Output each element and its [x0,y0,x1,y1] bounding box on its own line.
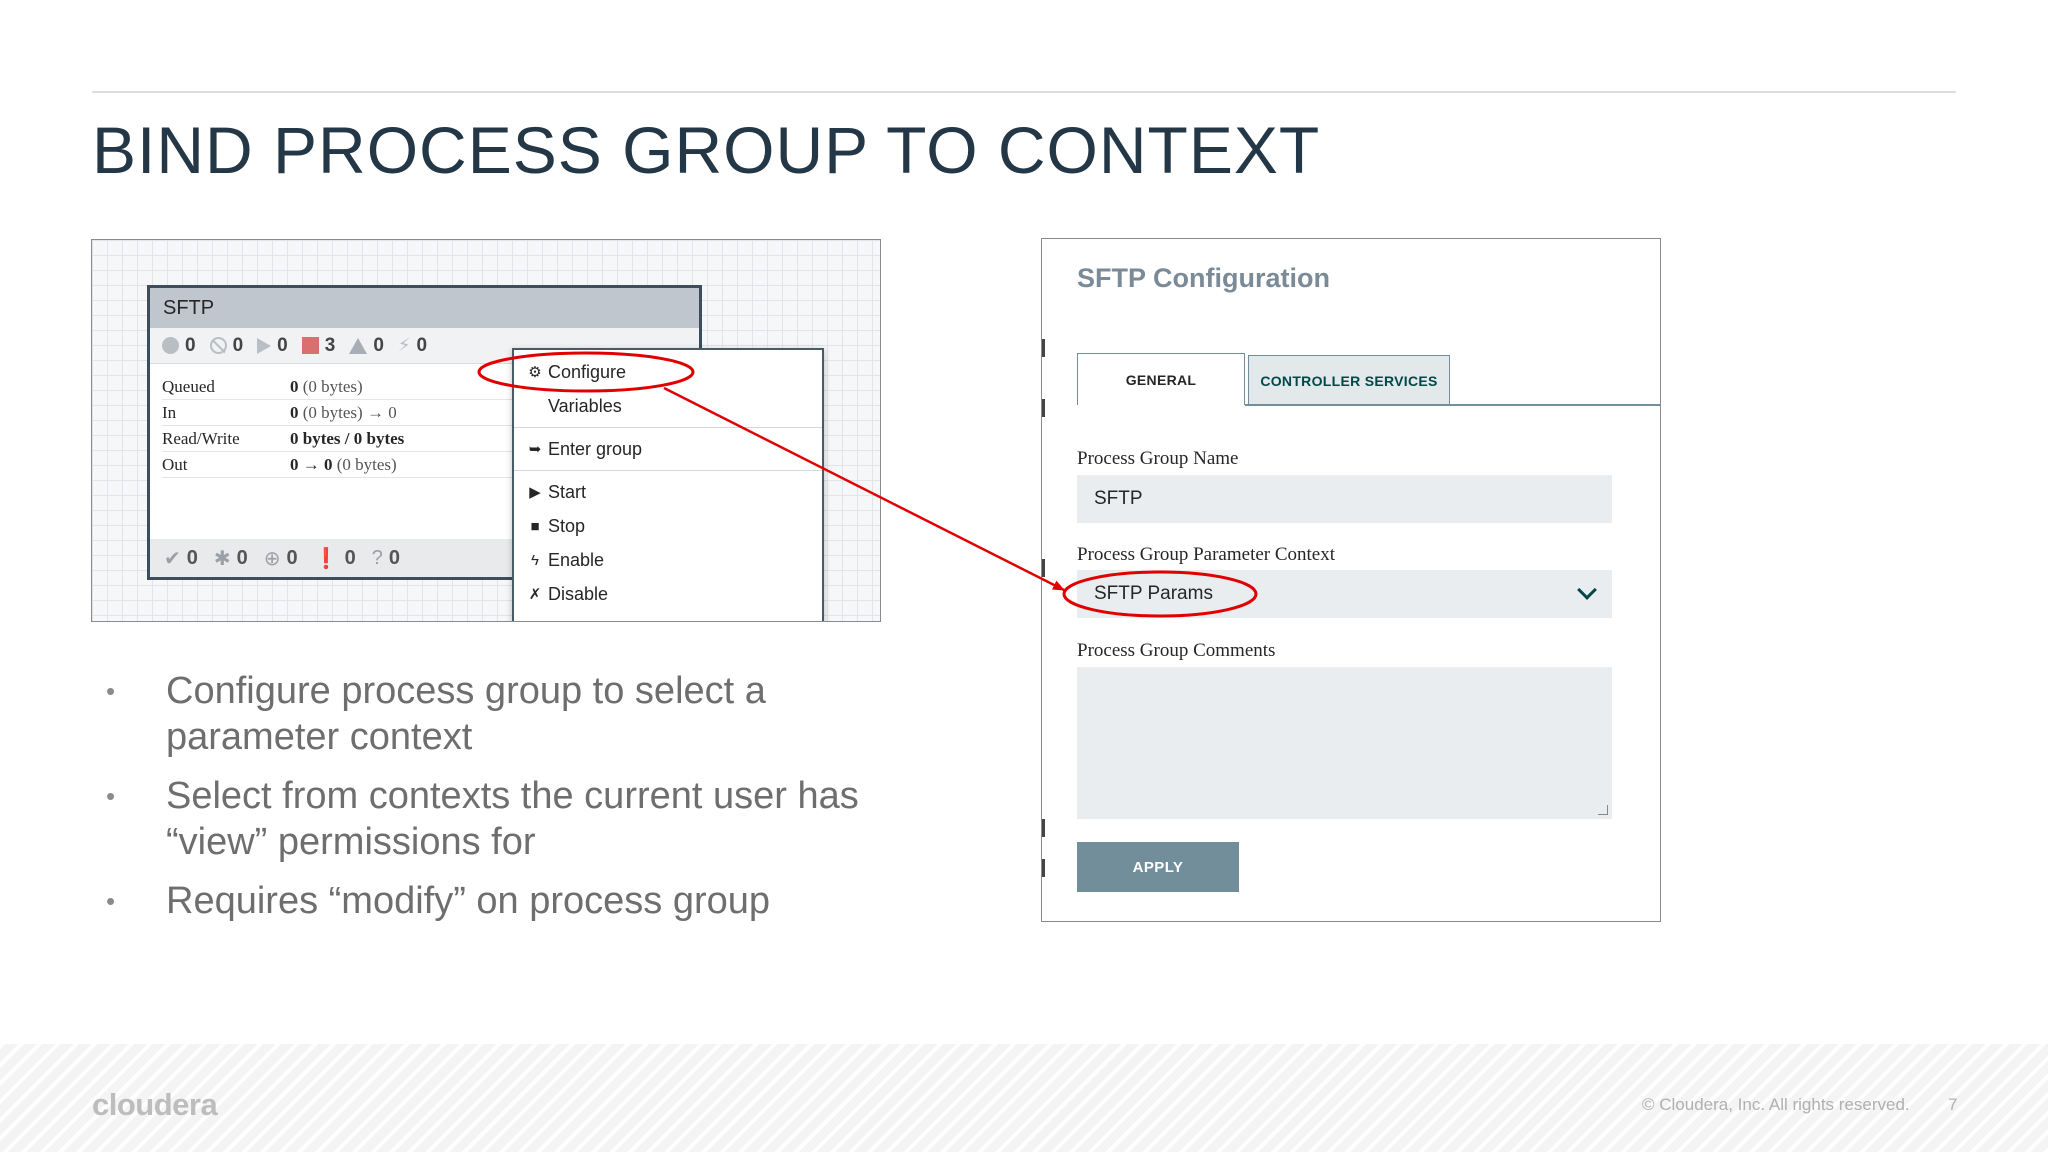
stat-stale: ⊕ 0 [263,546,298,570]
parameter-context-value: SFTP Params [1094,583,1213,604]
enable-icon: ϟ [531,551,539,569]
resize-handle-icon[interactable] [1598,805,1608,815]
transmitting-icon [162,337,179,354]
stat-stopped: 3 [301,335,335,357]
context-menu: ⚙ Configure Variables ➥ Enter group ▶ Start… [512,348,824,621]
cloudera-logo: cloudera [92,1087,218,1122]
bullet-item: Select from contexts the current user ha… [104,773,864,865]
tab-controller-services[interactable]: CONTROLLER SERVICES [1248,355,1450,405]
running-icon [257,337,272,354]
menu-item-disable[interactable]: ✗ Disable [514,577,822,611]
stat-not-transmitting: 0 [209,335,243,357]
stop-icon: ■ [530,517,540,535]
metric-row-queued: Queued 0 (0 bytes) [162,374,522,400]
process-group-name: SFTP [150,288,699,328]
apply-button[interactable]: APPLY [1077,842,1239,892]
comments-label: Process Group Comments [1077,640,1276,661]
menu-item-variables[interactable]: Variables [514,389,822,423]
menu-item-stop[interactable]: ■ Stop [514,509,822,543]
bullet-item: Requires “modify” on process group [104,878,864,924]
parameter-context-select[interactable]: SFTP Params [1077,570,1612,618]
bullet-item: Configure process group to select a para… [104,668,864,760]
process-group-name-input[interactable]: SFTP [1077,475,1612,523]
stat-running: 0 [257,335,288,357]
play-icon: ▶ [529,484,541,501]
stat-invalid: 0 [349,335,384,357]
menu-divider [514,470,822,471]
invalid-icon [349,337,368,354]
top-divider [92,91,1956,93]
menu-item-configure[interactable]: ⚙ Configure [514,355,822,389]
stopped-icon [301,337,319,354]
tab-general[interactable]: GENERAL [1077,353,1245,405]
copyright-notice: © Cloudera, Inc. All rights reserved. [1642,1095,1910,1114]
up-to-date-icon: ✔ [164,547,181,570]
sync-failure-icon: ❗ [313,547,339,570]
stat-unknown: ? 0 [371,546,400,569]
metric-row-out: Out 0 → 0 (0 bytes) [162,452,522,478]
dialog-tabs: GENERAL CONTROLLER SERVICES [1077,353,1450,405]
menu-item-enable[interactable]: ϟ Enable [514,543,822,577]
not-transmitting-icon [209,337,227,354]
canvas-screenshot: SFTP 0 0 0 3 0 ⚡ 0 Queued 0 (0 bytes) In … [91,239,881,622]
menu-item-start[interactable]: ▶ Start [514,475,822,509]
comments-textarea[interactable] [1077,667,1612,819]
menu-divider [514,427,822,428]
parameter-context-label: Process Group Parameter Context [1077,544,1336,565]
stat-up-to-date: ✔ 0 [164,546,198,570]
gear-icon: ⚙ [528,364,542,381]
dialog-edge-marks [1042,339,1045,899]
dialog-title: SFTP Configuration [1077,263,1330,293]
slide-title: BIND PROCESS GROUP TO CONTEXT [92,113,1321,187]
locally-modified-icon: ✱ [213,547,231,570]
stat-locally-modified: ✱ 0 [213,546,248,570]
stat-transmitting: 0 [162,335,196,357]
stat-disabled: ⚡ 0 [397,334,428,356]
metric-row-read-write: Read/Write 0 bytes / 0 bytes [162,426,522,452]
disabled-icon: ⚡ [397,335,411,355]
unknown-icon: ? [371,546,383,569]
stale-icon: ⊕ [263,547,281,570]
disable-icon: ✗ [528,586,542,603]
process-group-name-label: Process Group Name [1077,448,1239,469]
metric-row-in: In 0 (0 bytes) → 0 [162,400,522,426]
configuration-dialog: SFTP Configuration GENERAL CONTROLLER SE… [1041,238,1661,922]
bullet-list: Configure process group to select a para… [104,668,864,937]
menu-item-enter-group[interactable]: ➥ Enter group [514,432,822,466]
stat-sync-failure: ❗ 0 [313,546,356,570]
tab-underline [1245,404,1660,406]
enter-group-icon: ➥ [528,441,542,458]
page-number: 7 [1948,1095,1958,1114]
chevron-down-icon[interactable] [1577,580,1597,600]
